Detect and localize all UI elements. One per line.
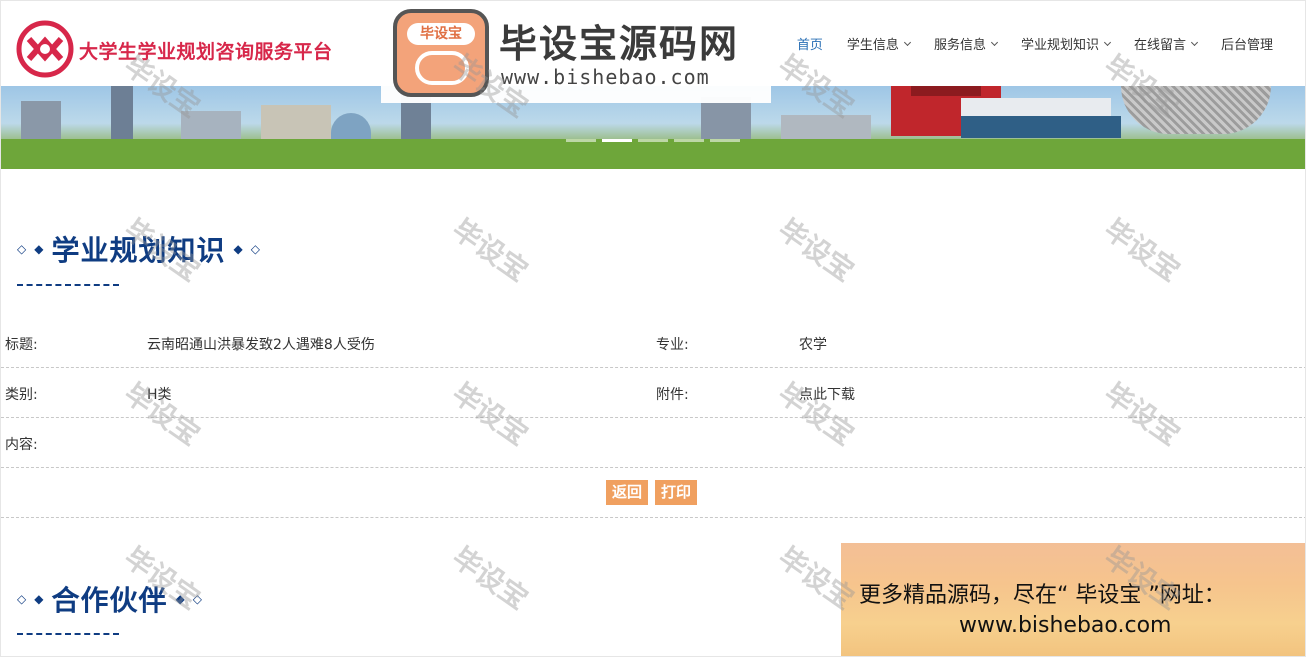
back-button[interactable]: 返回 [606, 480, 649, 505]
brand-badge-ring [415, 51, 469, 85]
section-underline [17, 633, 119, 635]
nav-admin-label: 后台管理 [1220, 38, 1273, 53]
diamond-icon: ◆ [34, 242, 44, 256]
major-label: 专业: [656, 337, 689, 353]
banner-building [111, 86, 133, 141]
banner-building [261, 105, 331, 141]
nav-online-message-label: 在线留言 [1133, 38, 1186, 53]
brand-url: www.bishebao.com [501, 65, 710, 89]
site-title[interactable]: 大学生学业规划咨询服务平台 [79, 37, 333, 64]
page: 大学生学业规划咨询服务平台 首页 学生信息 服务信息 学业规划知识 在线留言 后… [0, 0, 1306, 657]
title-value: 云南昭通山洪暴发致2人遇难8人受伤 [147, 337, 375, 353]
nav-online-message[interactable]: 在线留言 [1122, 34, 1209, 53]
nav-planning-knowledge-label: 学业规划知识 [1020, 38, 1099, 53]
carousel-dot[interactable] [566, 139, 596, 142]
banner-stadium [1121, 86, 1271, 134]
banner-building [331, 113, 371, 141]
banner-building [701, 97, 751, 141]
brand-watermark: 毕设宝 毕设宝源码网 www.bishebao.com [381, 3, 771, 103]
diamond-icon: ◆ [233, 242, 243, 256]
nav-service-info-label: 服务信息 [933, 38, 986, 53]
watermark-stamp: 毕设宝 [446, 540, 535, 616]
section-title-partners: 合作伙伴 [51, 584, 168, 617]
nav-home-label: 首页 [796, 38, 823, 53]
banner-grass [1, 139, 1305, 169]
site-logo-icon[interactable] [15, 19, 75, 79]
main-nav: 首页 学生信息 服务信息 学业规划知识 在线留言 后台管理 [785, 34, 1285, 53]
brand-name: 毕设宝源码网 [499, 22, 740, 66]
chevron-down-icon [1103, 38, 1112, 46]
promo-url: www.bishebao.com [959, 613, 1172, 638]
section-title-knowledge: 学业规划知识 [51, 234, 226, 267]
major-value: 农学 [799, 337, 827, 353]
chevron-down-icon [990, 38, 998, 46]
watermark-stamp: 毕设宝 [1098, 212, 1187, 288]
detail-row-category: 类别: H类 附件: 点此下载 [1, 368, 1305, 418]
carousel-dot-active[interactable] [602, 139, 632, 142]
promo-banner[interactable]: 更多精品源码，尽在“ 毕设宝 ”网址： www.bishebao.com [841, 543, 1305, 656]
section-heading-knowledge: ◇ ◆ 学业规划知识 ◆ ◇ [17, 229, 260, 269]
nav-home[interactable]: 首页 [785, 34, 835, 53]
carousel-dot[interactable] [710, 139, 740, 142]
print-button[interactable]: 打印 [655, 480, 698, 505]
nav-student-info-label: 学生信息 [846, 38, 899, 53]
detail-row-content: 内容: [1, 418, 1305, 468]
diamond-icon: ◆ [34, 592, 44, 606]
brand-badge-icon: 毕设宝 [393, 9, 489, 97]
section-underline [17, 284, 119, 286]
detail-row-actions: 返回 打印 [1, 468, 1305, 518]
diamond-outline-icon: ◇ [17, 242, 27, 256]
promo-text: 更多精品源码，尽在“ 毕设宝 ”网址： [859, 583, 1226, 608]
brand-badge-text: 毕设宝 [407, 23, 475, 45]
category-value: H类 [147, 387, 172, 403]
watermark-stamp: 毕设宝 [446, 212, 535, 288]
carousel-dot[interactable] [674, 139, 704, 142]
carousel-indicators [566, 139, 740, 142]
nav-student-info[interactable]: 学生信息 [835, 34, 922, 53]
diamond-icon: ◆ [175, 592, 185, 606]
diamond-outline-icon: ◇ [17, 592, 27, 606]
diamond-outline-icon: ◇ [250, 242, 260, 256]
category-label: 类别: [5, 387, 38, 403]
banner-hall [961, 116, 1121, 138]
section-heading-partners: ◇ ◆ 合作伙伴 ◆ ◇ [17, 579, 202, 619]
banner-building [21, 101, 61, 141]
nav-admin[interactable]: 后台管理 [1209, 34, 1285, 53]
carousel-dot[interactable] [638, 139, 668, 142]
download-link[interactable]: 点此下载 [799, 384, 855, 404]
chevron-down-icon [1190, 38, 1199, 46]
chevron-down-icon [903, 38, 911, 46]
banner-building [181, 111, 241, 141]
attachment-label: 附件: [656, 387, 689, 403]
diamond-outline-icon: ◇ [192, 592, 202, 606]
title-label: 标题: [5, 337, 38, 353]
nav-planning-knowledge[interactable]: 学业规划知识 [1009, 34, 1122, 53]
banner-building [781, 115, 871, 141]
watermark-stamp: 毕设宝 [772, 212, 861, 288]
content-label: 内容: [5, 437, 38, 453]
detail-row-title: 标题: 云南昭通山洪暴发致2人遇难8人受伤 专业: 农学 [1, 318, 1305, 368]
nav-service-info[interactable]: 服务信息 [922, 34, 1009, 53]
